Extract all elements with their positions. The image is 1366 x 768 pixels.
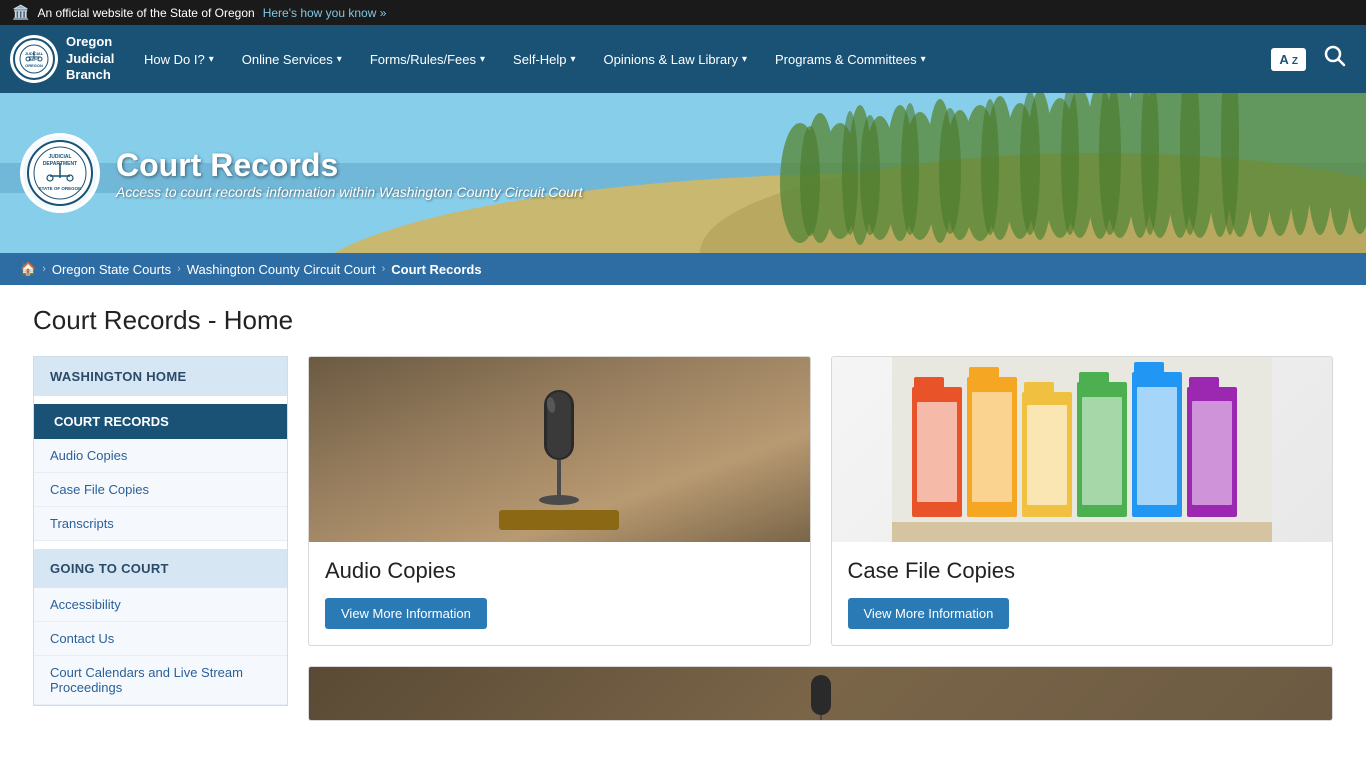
main-container: Court Records - Home Washington Home Cou… — [13, 285, 1353, 741]
card-image-audio — [309, 357, 810, 542]
chevron-down-icon: ▾ — [742, 54, 747, 65]
nav-right: A Z — [1271, 41, 1356, 77]
state-icon: 🏛️ — [12, 4, 29, 21]
logo-area[interactable]: JUDICIAL DEPT OREGON Oregon Judicial Bra… — [10, 34, 130, 85]
breadcrumb-oregon-courts[interactable]: Oregon State Courts — [52, 262, 171, 277]
sidebar-item-audio-copies[interactable]: Audio Copies — [34, 439, 287, 473]
hero-section: JUDICIAL DEPARTMENT STATE OF OREGON Cour… — [0, 93, 1366, 253]
breadcrumb-current: Court Records — [391, 262, 481, 277]
breadcrumb-home-link[interactable]: 🏠 — [20, 261, 36, 277]
sidebar: Washington Home Court Records Audio Copi… — [33, 356, 288, 706]
nav-online-services[interactable]: Online Services ▾ — [228, 25, 356, 93]
card-btn-audio[interactable]: View More Information — [325, 598, 487, 629]
chevron-down-icon: ▾ — [209, 54, 214, 65]
separator: › — [177, 263, 181, 275]
sidebar-item-court-calendars[interactable]: Court Calendars and Live Stream Proceedi… — [34, 656, 287, 705]
svg-text:STATE OF OREGON: STATE OF OREGON — [39, 186, 82, 191]
chevron-down-icon: ▾ — [337, 54, 342, 65]
top-bar: 🏛️ An official website of the State of O… — [0, 0, 1366, 25]
top-bar-text: An official website of the State of Oreg… — [37, 6, 254, 20]
translate-button[interactable]: A Z — [1271, 48, 1306, 71]
svg-text:JUDICIAL: JUDICIAL — [48, 154, 71, 160]
chevron-down-icon: ▾ — [571, 54, 576, 65]
home-icon: 🏠 — [20, 261, 36, 276]
card-body-audio: Audio Copies View More Information — [309, 542, 810, 645]
separator: › — [42, 263, 46, 275]
nav-forms-rules-fees[interactable]: Forms/Rules/Fees ▾ — [356, 25, 499, 93]
nav-programs-committees[interactable]: Programs & Committees ▾ — [761, 25, 940, 93]
search-button[interactable] — [1314, 41, 1356, 77]
separator: › — [382, 263, 386, 275]
card-partial — [308, 666, 1333, 721]
card-btn-files[interactable]: View More Information — [848, 598, 1010, 629]
sidebar-item-contact-us[interactable]: Contact Us — [34, 622, 287, 656]
card-body-files: Case File Copies View More Information — [832, 542, 1333, 645]
sidebar-going-to-court-header[interactable]: Going to Court — [34, 549, 287, 588]
card-image-files — [832, 357, 1333, 542]
logo-seal: JUDICIAL DEPT OREGON — [10, 35, 58, 83]
breadcrumb-washington-county[interactable]: Washington County Circuit Court — [187, 262, 376, 277]
card-title-files: Case File Copies — [848, 558, 1317, 584]
hero-text: Court Records Access to court records in… — [116, 147, 583, 200]
nav-items: How Do I? ▾ Online Services ▾ Forms/Rule… — [130, 25, 1271, 93]
sidebar-item-transcripts[interactable]: Transcripts — [34, 507, 287, 541]
sidebar-item-case-file-copies[interactable]: Case File Copies — [34, 473, 287, 507]
nav-self-help[interactable]: Self-Help ▾ — [499, 25, 590, 93]
card-audio-copies: Audio Copies View More Information — [308, 356, 811, 646]
content-layout: Washington Home Court Records Audio Copi… — [33, 356, 1333, 721]
sidebar-court-records-header: Court Records — [34, 404, 287, 439]
how-to-know-link[interactable]: Here's how you know » — [263, 6, 387, 20]
cards-grid: Audio Copies View More Information — [308, 356, 1333, 646]
card-case-file-copies: Case File Copies View More Information — [831, 356, 1334, 646]
hero-seal: JUDICIAL DEPARTMENT STATE OF OREGON — [20, 133, 100, 213]
page-title: Court Records - Home — [33, 305, 1333, 336]
hero-content: JUDICIAL DEPARTMENT STATE OF OREGON Cour… — [0, 93, 1366, 253]
chevron-down-icon: ▾ — [921, 54, 926, 65]
hero-subtitle: Access to court records information with… — [116, 184, 583, 200]
nav-bar: JUDICIAL DEPT OREGON Oregon Judicial Bra… — [0, 25, 1366, 93]
nav-opinions-law-library[interactable]: Opinions & Law Library ▾ — [590, 25, 761, 93]
breadcrumb: 🏠 › Oregon State Courts › Washington Cou… — [0, 253, 1366, 285]
translate-icon: Z — [1292, 56, 1298, 67]
svg-text:OREGON: OREGON — [25, 63, 43, 68]
hero-title: Court Records — [116, 147, 583, 184]
nav-how-do-i[interactable]: How Do I? ▾ — [130, 25, 228, 93]
sidebar-item-accessibility[interactable]: Accessibility — [34, 588, 287, 622]
logo-text: Oregon Judicial Branch — [66, 34, 114, 85]
chevron-down-icon: ▾ — [480, 54, 485, 65]
card-partial-image — [309, 667, 1332, 721]
card-title-audio: Audio Copies — [325, 558, 794, 584]
sidebar-washington-home[interactable]: Washington Home — [34, 357, 287, 396]
translate-label: A — [1279, 52, 1288, 67]
cards-area: Audio Copies View More Information — [308, 356, 1333, 721]
